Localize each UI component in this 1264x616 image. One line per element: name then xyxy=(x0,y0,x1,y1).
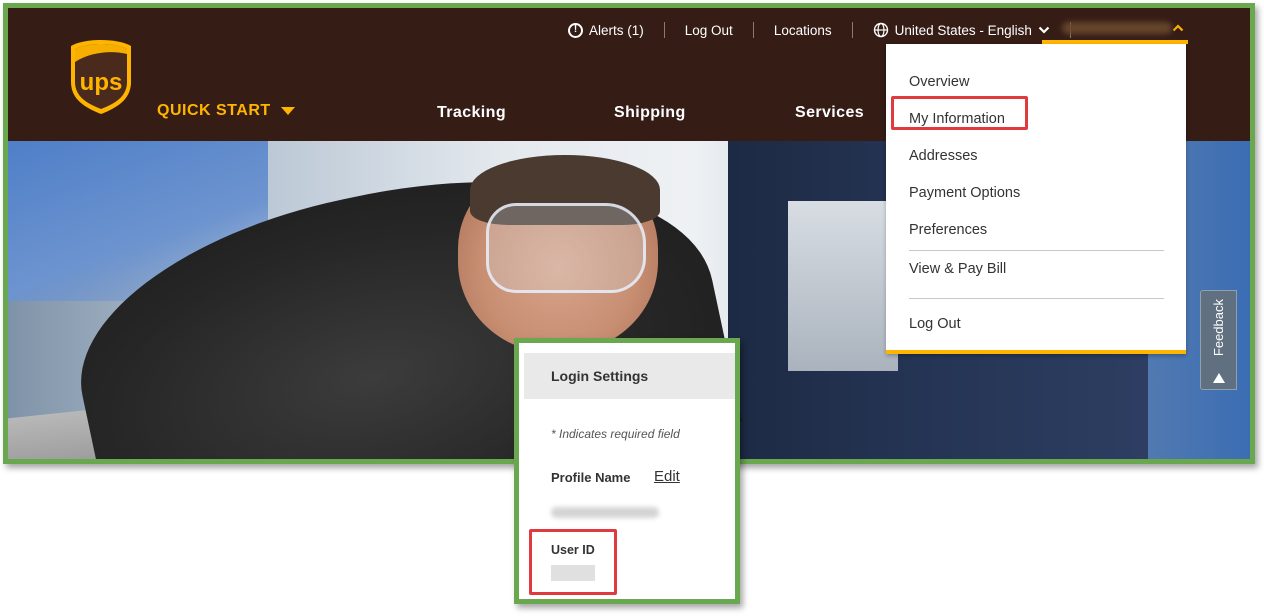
logout-label: Log Out xyxy=(684,22,733,38)
utility-bar: ! Alerts (1) Log Out Locations United St… xyxy=(568,20,1071,40)
locations-link[interactable]: Locations xyxy=(774,23,832,38)
nav-tracking[interactable]: Tracking xyxy=(437,104,506,122)
menu-divider xyxy=(909,298,1164,299)
login-settings-title: Login Settings xyxy=(524,353,735,399)
account-menu-toggle[interactable] xyxy=(1042,16,1188,44)
menu-item-addresses[interactable]: Addresses xyxy=(909,148,978,164)
menu-item-view-pay-bill[interactable]: View & Pay Bill xyxy=(909,261,1006,277)
profile-name-label: Profile Name xyxy=(551,470,631,485)
nav-services[interactable]: Services xyxy=(795,104,864,122)
menu-item-log-out[interactable]: Log Out xyxy=(909,316,961,332)
photo-safety-goggles xyxy=(486,203,646,293)
alerts-link[interactable]: ! Alerts (1) xyxy=(568,22,644,38)
account-dropdown-menu: Overview My Information Addresses Paymen… xyxy=(886,44,1186,354)
caret-down-icon xyxy=(280,107,295,115)
edit-profile-name-link[interactable]: Edit xyxy=(654,468,680,485)
blurred-profile-name xyxy=(551,507,659,518)
header-logout-link[interactable]: Log Out xyxy=(685,23,733,38)
divider xyxy=(663,22,665,38)
chevron-up-icon xyxy=(1172,24,1184,32)
alerts-label: Alerts (1) xyxy=(589,22,644,38)
required-field-note: * Indicates required field xyxy=(551,427,680,441)
menu-item-overview[interactable]: Overview xyxy=(909,74,969,90)
highlight-box-user-id xyxy=(529,529,617,595)
login-settings-callout: Login Settings * Indicates required fiel… xyxy=(514,338,740,604)
locale-label: United States - English xyxy=(894,22,1032,38)
nav-shipping[interactable]: Shipping xyxy=(614,104,686,122)
divider xyxy=(752,22,754,38)
menu-item-preferences[interactable]: Preferences xyxy=(909,222,987,238)
locale-selector[interactable]: United States - English xyxy=(873,22,1050,38)
feedback-label: Feedback xyxy=(1211,299,1226,357)
photo-machine-window xyxy=(788,201,898,371)
menu-item-payment-options[interactable]: Payment Options xyxy=(909,185,1020,201)
menu-divider xyxy=(909,250,1164,251)
alert-icon: ! xyxy=(568,22,583,38)
locations-label: Locations xyxy=(773,22,832,38)
divider xyxy=(851,22,853,38)
feedback-tab[interactable]: Feedback xyxy=(1200,290,1237,390)
triangle-up-icon xyxy=(1212,373,1225,383)
highlight-box-my-information xyxy=(891,96,1028,130)
logo-text: ups xyxy=(80,69,123,96)
quick-start-label: QUICK START xyxy=(157,102,271,119)
ups-shield-logo[interactable]: ups xyxy=(68,38,134,116)
blurred-account-name xyxy=(1062,22,1172,34)
quick-start-menu[interactable]: QUICK START xyxy=(157,102,295,120)
globe-icon xyxy=(873,22,888,38)
